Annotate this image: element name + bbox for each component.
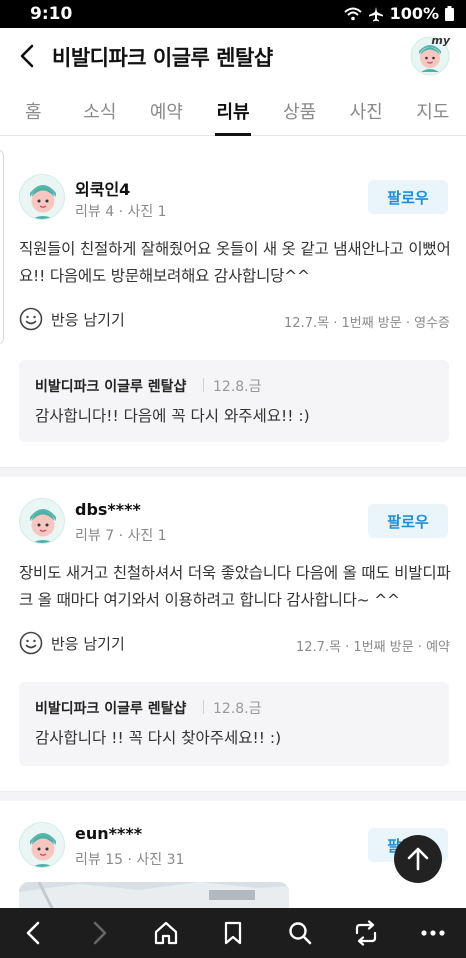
react-label: 반응 남기기: [51, 634, 125, 653]
more-icon: [421, 930, 445, 936]
visit-info: 12.7.목 · 1번째 방문 · 영수증: [284, 316, 450, 331]
tab-home[interactable]: 홈: [0, 84, 67, 135]
user-meta: 리뷰 7 · 사진 1: [75, 528, 167, 544]
search-icon: [288, 922, 311, 945]
owner-reply-text: 감사합니다 !! 꼭 다시 찾아주세요!! :): [35, 729, 282, 747]
owner-reply: 비발디파크 이글루 렌탈샵 12.8.금 감사합니다!! 다음에 꼭 다시 와주…: [19, 360, 449, 442]
tab-news[interactable]: 소식: [67, 84, 134, 135]
user-name[interactable]: 외쿡인4: [75, 176, 130, 200]
follow-button[interactable]: 팔로우: [368, 504, 448, 538]
avatar-icon: [30, 185, 56, 219]
review-actions: 반응 남기기 12.7.목 · 1번째 방문 · 영수증: [19, 307, 450, 335]
smile-icon: [19, 307, 43, 331]
owner-name: 비발디파크 이글루 렌탈샵: [35, 701, 187, 717]
status-bar: 9:10 100%: [0, 0, 466, 28]
review-text[interactable]: 직원들이 친절하게 잘해줬어요 옷들이 새 옷 같고 냄새안나고 이뻤어요!! …: [19, 236, 451, 290]
side-panel-edge: [0, 150, 4, 344]
react-label: 반응 남기기: [51, 310, 125, 329]
nav-bookmark-button[interactable]: [213, 913, 253, 953]
follow-button[interactable]: 팔로우: [368, 180, 448, 214]
home-icon: [155, 921, 178, 945]
react-button[interactable]: 반응 남기기: [19, 307, 125, 331]
tab-bar: 홈 소식 예약 리뷰 상품 사진 지도: [0, 84, 466, 136]
nav-home-button[interactable]: [146, 913, 186, 953]
review-actions: 반응 남기기 12.7.목 · 1번째 방문 · 예약: [19, 631, 450, 659]
user-avatar[interactable]: [19, 174, 65, 220]
share-icon: [355, 920, 377, 946]
user-meta: 리뷰 15 · 사진 31: [75, 852, 185, 868]
visit-info: 12.7.목 · 1번째 방문 · 예약: [296, 640, 450, 655]
review-text[interactable]: 장비도 새거고 친철하셔서 더욱 좋았습니다 다음에 올 때도 비발디파크 올 …: [19, 560, 451, 614]
review-photo-image: [19, 882, 289, 908]
review-divider: [0, 791, 466, 801]
back-button[interactable]: [14, 42, 40, 70]
avatar-icon: [30, 833, 56, 867]
status-icons: 100%: [343, 4, 454, 23]
nav-back-button[interactable]: [13, 913, 53, 953]
tab-photos[interactable]: 사진: [333, 84, 400, 135]
back-arrow-icon: [20, 44, 34, 68]
back-icon: [26, 921, 40, 945]
owner-reply: 비발디파크 이글루 렌탈샵 12.8.금 감사합니다 !! 꼭 다시 찾아주세요…: [19, 682, 449, 766]
header: 비발디파크 이글루 렌탈샵 my: [0, 28, 466, 84]
nav-search-button[interactable]: [280, 913, 320, 953]
tab-products[interactable]: 상품: [266, 84, 333, 135]
user-avatar[interactable]: [19, 822, 65, 868]
user-name[interactable]: eun****: [75, 824, 142, 843]
page-title: 비발디파크 이글루 렌탈샵: [52, 46, 273, 70]
react-button[interactable]: 반응 남기기: [19, 631, 125, 655]
status-time: 9:10: [30, 4, 73, 24]
smile-icon: [19, 631, 43, 655]
nav-share-button[interactable]: [346, 913, 386, 953]
review-photo[interactable]: [19, 882, 289, 908]
browser-bottom-nav: [0, 908, 466, 958]
owner-reply-date: 12.8.금: [213, 379, 262, 395]
nav-more-button[interactable]: [413, 913, 453, 953]
tab-reviews[interactable]: 리뷰: [200, 84, 267, 136]
tab-map[interactable]: 지도: [399, 84, 466, 135]
user-avatar[interactable]: [19, 498, 65, 544]
battery-level: 100%: [389, 4, 439, 23]
avatar-icon: [30, 509, 56, 543]
owner-reply-date: 12.8.금: [213, 701, 262, 717]
forward-icon: [93, 921, 107, 945]
owner-name: 비발디파크 이글루 렌탈샵: [35, 379, 187, 395]
battery-icon: [445, 6, 454, 21]
tab-reservation[interactable]: 예약: [133, 84, 200, 135]
bookmark-icon: [224, 921, 242, 945]
my-badge: my: [431, 34, 450, 47]
scroll-top-button[interactable]: [394, 835, 442, 883]
arrow-up-icon: [407, 847, 429, 871]
wifi-icon: [343, 7, 362, 21]
airplane-icon: [368, 6, 384, 22]
review-list[interactable]: 외쿡인4 리뷰 4 · 사진 1 팔로우 직원들이 친절하게 잘해줬어요 옷들이…: [0, 136, 466, 908]
owner-reply-divider: [203, 700, 204, 714]
owner-reply-divider: [203, 378, 204, 392]
owner-reply-text: 감사합니다!! 다음에 꼭 다시 와주세요!! :): [35, 407, 310, 425]
nav-forward-button[interactable]: [80, 913, 120, 953]
user-meta: 리뷰 4 · 사진 1: [75, 204, 167, 220]
user-name[interactable]: dbs****: [75, 500, 141, 519]
review-divider: [0, 467, 466, 477]
